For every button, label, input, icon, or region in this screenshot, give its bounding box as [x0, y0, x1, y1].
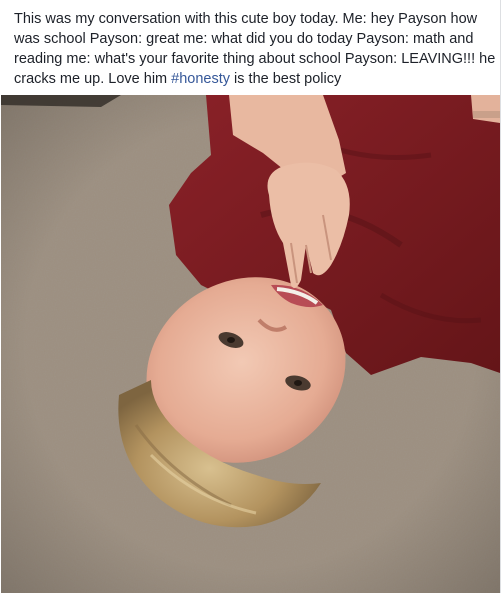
post-caption: This was my conversation with this cute … [14, 9, 496, 89]
caption-text-before-hashtag: cracks me up. Love him [14, 71, 172, 87]
caption-text-after-hashtag: is the best policy [230, 71, 342, 87]
photo-illustration [1, 95, 500, 593]
caption-line-3: reading me: what's your favorite thing a… [14, 51, 496, 67]
caption-line-4: cracks me up. Love him #honesty is the b… [14, 69, 494, 89]
facebook-post: This was my conversation with this cute … [0, 0, 501, 593]
hashtag-link[interactable]: #honesty [171, 71, 230, 87]
caption-line-1: This was my conversation with this cute … [14, 11, 478, 27]
caption-line-2: was school Payson: great me: what did yo… [14, 31, 474, 47]
post-photo[interactable] [1, 95, 500, 593]
